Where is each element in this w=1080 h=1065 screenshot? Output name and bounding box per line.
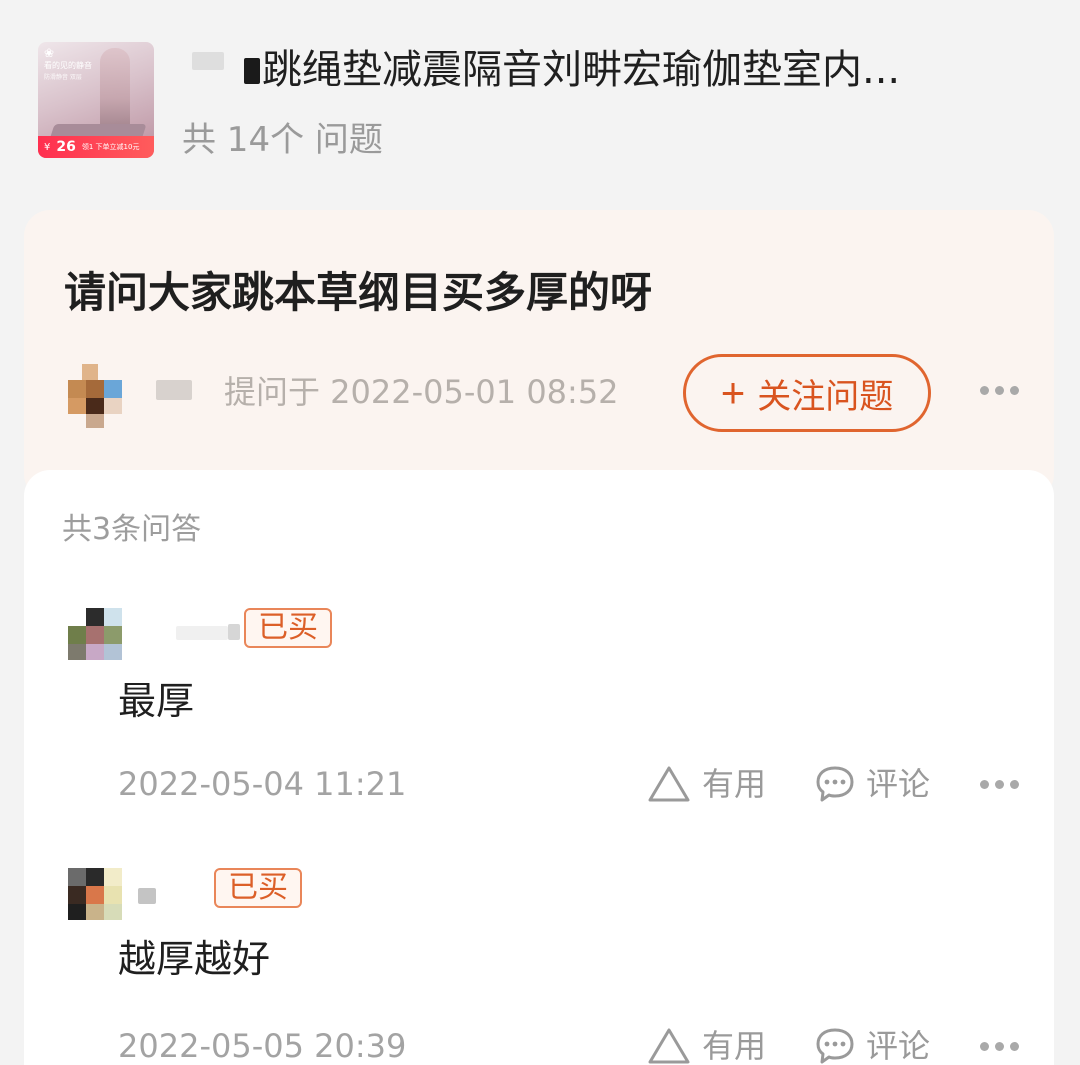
answer-more-icon[interactable] (980, 1042, 1019, 1051)
answer-name-blur (138, 888, 156, 904)
answer-time: 2022-05-04 11:21 (118, 765, 407, 803)
brand-logo-icon: ❀ (44, 46, 55, 60)
answers-count: 共3条问答 (62, 512, 202, 547)
triangle-icon (648, 1028, 690, 1064)
answer-text: 最厚 (118, 679, 195, 723)
triangle-icon (648, 766, 690, 802)
product-thumbnail[interactable]: ❀ 看的见的静音 防滑静音 双层 ¥ 26 领1 下单立减10元 (38, 42, 154, 158)
asker-name-blur (156, 380, 192, 400)
question-card: 请问大家跳本草纲目买多厚的呀 提问于 2022-05-01 08:52 + 关注… (24, 210, 1054, 500)
comment-label: 评论 (866, 765, 931, 803)
useful-button[interactable]: 有用 (646, 762, 766, 806)
useful-label: 有用 (702, 1027, 767, 1065)
comment-label: 评论 (866, 1027, 931, 1065)
answer-name-blur (228, 624, 240, 640)
follow-question-button[interactable]: + 关注问题 (683, 354, 931, 432)
answer-avatar[interactable] (68, 608, 122, 660)
store-name-blur (192, 52, 224, 70)
answer-item: 已买 最厚 2022-05-04 11:21 有用 评论 (24, 590, 1054, 850)
answer-time: 2022-05-05 20:39 (118, 1027, 407, 1065)
answer-name-blur (176, 626, 228, 640)
thumbnail-model-figure (100, 48, 130, 132)
question-title: 请问大家跳本草纲目买多厚的呀 (64, 268, 653, 317)
plus-icon: + (720, 369, 746, 416)
asked-at: 提问于 2022-05-01 08:52 (224, 373, 619, 411)
answers-card: 共3条问答 已买 最厚 2022-05-04 11:21 有用 评论 已买 越厚… (24, 470, 1054, 1065)
product-title[interactable]: 跳绳垫减震隔音刘畊宏瑜伽垫室内... (262, 44, 900, 96)
thumbnail-price-unit: ¥ (44, 141, 51, 153)
comment-icon (816, 1028, 854, 1064)
bought-badge: 已买 (214, 868, 302, 908)
thumbnail-subcaption: 防滑静音 双层 (44, 74, 82, 81)
comment-button[interactable]: 评论 (814, 762, 930, 806)
thumbnail-price: 26 (56, 139, 76, 155)
store-name-blur-dark (244, 58, 260, 84)
answer-avatar[interactable] (68, 868, 122, 920)
question-more-icon[interactable] (980, 386, 1019, 395)
asker-avatar[interactable] (68, 364, 124, 428)
bought-badge: 已买 (244, 608, 332, 648)
thumbnail-promo: 领1 下单立减10元 (81, 143, 140, 151)
question-count: 共 14个 问题 (182, 120, 383, 160)
thumbnail-caption: 看的见的静音 (44, 61, 92, 70)
answer-item: 已买 越厚越好 2022-05-05 20:39 有用 评论 (24, 850, 1054, 1065)
useful-button[interactable]: 有用 (646, 1024, 766, 1065)
answer-more-icon[interactable] (980, 780, 1019, 789)
thumbnail-price-strip: ¥ 26 领1 下单立减10元 (38, 136, 154, 158)
comment-icon (816, 766, 854, 802)
comment-button[interactable]: 评论 (814, 1024, 930, 1065)
useful-label: 有用 (702, 765, 767, 803)
follow-question-label: 关注问题 (757, 377, 894, 416)
product-header[interactable]: ❀ 看的见的静音 防滑静音 双层 ¥ 26 领1 下单立减10元 跳绳垫减震隔音… (0, 0, 1080, 200)
answer-text: 越厚越好 (118, 937, 271, 981)
